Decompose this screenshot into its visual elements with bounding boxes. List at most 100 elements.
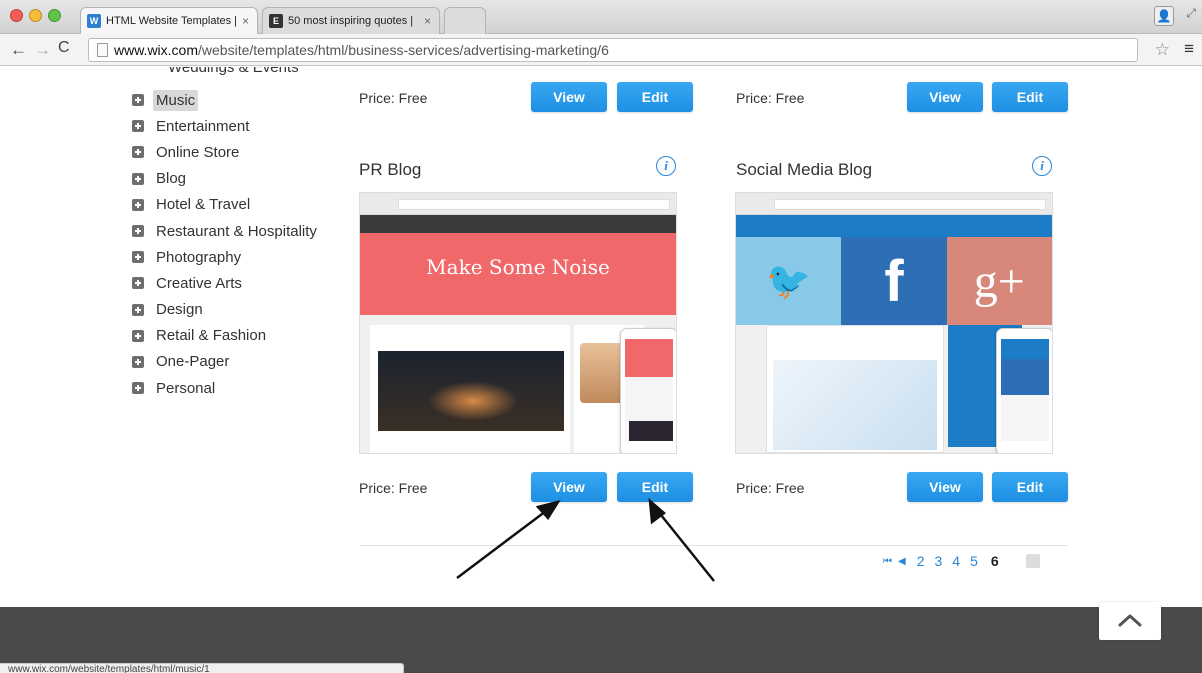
tab-bar: W HTML Website Templates | × E 50 most i… bbox=[0, 0, 1202, 34]
prev-page-icon[interactable]: ◀ bbox=[898, 556, 906, 567]
expand-plus-icon[interactable] bbox=[132, 303, 144, 316]
price-label: Price: Free bbox=[736, 90, 805, 106]
expand-plus-icon[interactable] bbox=[132, 225, 144, 238]
sidebar-item-one-pager[interactable]: One-Pager bbox=[132, 349, 320, 375]
page-link-3[interactable]: 3 bbox=[935, 553, 943, 569]
sidebar-item-creative-arts[interactable]: Creative Arts bbox=[132, 270, 320, 296]
sidebar-item-online-store[interactable]: Online Store bbox=[132, 139, 320, 165]
sidebar-item-restaurant-hospitality[interactable]: Restaurant & Hospitality bbox=[132, 218, 320, 244]
preview-header bbox=[736, 215, 1052, 237]
preview-article bbox=[766, 325, 944, 453]
expand-plus-icon[interactable] bbox=[132, 198, 144, 211]
tab-html-website-templates[interactable]: W HTML Website Templates | × bbox=[80, 7, 258, 34]
template-preview-pr-blog[interactable]: Make Some Noise bbox=[359, 192, 677, 454]
close-window-button[interactable] bbox=[10, 9, 23, 22]
page-link-5[interactable]: 5 bbox=[970, 553, 978, 569]
preview-phone-photo bbox=[629, 421, 673, 441]
category-list: Music Entertainment Online Store Blog Ho… bbox=[132, 87, 320, 401]
current-page: 6 bbox=[990, 553, 999, 569]
view-button-social-media-blog[interactable]: View bbox=[907, 472, 983, 502]
tab-title: 50 most inspiring quotes | bbox=[288, 15, 414, 27]
fullscreen-icon[interactable]: ⤢ bbox=[1186, 6, 1196, 21]
new-tab-button[interactable] bbox=[444, 7, 486, 34]
next-page-icon bbox=[1025, 554, 1040, 568]
address-bar[interactable]: www.wix.com/website/templates/html/busin… bbox=[88, 38, 1138, 62]
google-plus-icon: g+ bbox=[946, 237, 1052, 325]
expand-plus-icon[interactable] bbox=[132, 277, 144, 290]
sidebar-item-retail-fashion[interactable]: Retail & Fashion bbox=[132, 323, 320, 349]
browser-window: W HTML Website Templates | × E 50 most i… bbox=[0, 0, 1202, 673]
edit-button[interactable]: Edit bbox=[617, 82, 693, 112]
view-button[interactable]: View bbox=[907, 82, 983, 112]
preview-browser-bar bbox=[360, 193, 676, 215]
section-divider bbox=[360, 545, 1068, 546]
status-bar-url: www.wix.com/website/templates/html/music… bbox=[0, 663, 404, 673]
info-icon[interactable]: i bbox=[1032, 156, 1052, 176]
reload-icon[interactable]: C bbox=[58, 39, 70, 57]
chevron-up-icon bbox=[1118, 614, 1142, 627]
price-label: Price: Free bbox=[359, 480, 428, 496]
edit-button[interactable]: Edit bbox=[992, 82, 1068, 112]
page-link-4[interactable]: 4 bbox=[952, 553, 960, 569]
edit-button-pr-blog[interactable]: Edit bbox=[617, 472, 693, 502]
template-title-social-media-blog: Social Media Blog bbox=[736, 160, 873, 179]
expand-plus-icon[interactable] bbox=[132, 120, 144, 133]
sidebar-item-entertainment[interactable]: Entertainment bbox=[132, 113, 320, 139]
forward-arrow-icon[interactable]: → bbox=[34, 40, 51, 60]
category-label: Hotel & Travel bbox=[156, 196, 251, 214]
zoom-window-button[interactable] bbox=[48, 9, 61, 22]
back-arrow-icon[interactable]: ← bbox=[10, 40, 27, 60]
bookmark-star-icon[interactable]: ☆ bbox=[1155, 40, 1170, 60]
menu-icon[interactable]: ≡ bbox=[1184, 39, 1194, 59]
tab-close-icon[interactable]: × bbox=[242, 14, 249, 28]
price-label: Price: Free bbox=[359, 90, 428, 106]
sidebar-item-design[interactable]: Design bbox=[132, 297, 320, 323]
tab-50-inspiring-quotes[interactable]: E 50 most inspiring quotes | × bbox=[262, 7, 440, 34]
view-button-pr-blog[interactable]: View bbox=[531, 472, 607, 502]
info-icon[interactable]: i bbox=[656, 156, 676, 176]
profile-icon[interactable]: 👤 bbox=[1154, 6, 1174, 26]
minimize-window-button[interactable] bbox=[29, 9, 42, 22]
pagination: ⏮ ◀ 2 3 4 5 6 bbox=[883, 553, 1040, 569]
sidebar-item-weddings-events[interactable]: Weddings & Events bbox=[168, 67, 299, 76]
category-label: Design bbox=[156, 301, 203, 319]
preview-phone bbox=[620, 328, 676, 453]
preview-hero-title: Make Some Noise bbox=[426, 255, 610, 279]
expand-plus-icon[interactable] bbox=[132, 355, 144, 368]
sidebar-item-blog[interactable]: Blog bbox=[132, 166, 320, 192]
preview-post bbox=[370, 325, 570, 453]
page-link-2[interactable]: 2 bbox=[917, 553, 925, 569]
wix-favicon-icon: W bbox=[87, 14, 101, 28]
expand-plus-icon[interactable] bbox=[132, 146, 144, 159]
category-label: Blog bbox=[156, 170, 187, 188]
price-label: Price: Free bbox=[736, 480, 805, 496]
category-label: Restaurant & Hospitality bbox=[156, 222, 317, 240]
preview-phone-header bbox=[1001, 339, 1049, 359]
template-title-pr-blog: PR Blog bbox=[359, 160, 422, 179]
expand-plus-icon[interactable] bbox=[132, 94, 144, 107]
back-to-top-button[interactable] bbox=[1099, 602, 1161, 640]
sidebar-item-personal[interactable]: Personal bbox=[132, 375, 320, 401]
view-button[interactable]: View bbox=[531, 82, 607, 112]
sidebar-item-music[interactable]: Music bbox=[132, 87, 320, 113]
facebook-icon: f bbox=[841, 237, 947, 325]
first-page-icon[interactable]: ⏮ bbox=[883, 556, 892, 567]
expand-plus-icon[interactable] bbox=[132, 382, 144, 395]
preview-browser-bar bbox=[736, 193, 1052, 215]
preview-phone-hero bbox=[625, 339, 673, 377]
preview-stage-photo bbox=[378, 351, 564, 431]
sidebar-item-photography[interactable]: Photography bbox=[132, 244, 320, 270]
preview-nav bbox=[360, 215, 676, 233]
expand-plus-icon[interactable] bbox=[132, 251, 144, 264]
category-label: Online Store bbox=[156, 143, 240, 161]
category-label: Creative Arts bbox=[156, 274, 242, 292]
category-label: Entertainment bbox=[156, 117, 250, 135]
expand-plus-icon[interactable] bbox=[132, 172, 144, 185]
sidebar-item-hotel-travel[interactable]: Hotel & Travel bbox=[132, 192, 320, 218]
preview-social-tiles: 🐦 f g+ bbox=[736, 237, 1052, 325]
template-preview-social-media-blog[interactable]: 🐦 f g+ bbox=[735, 192, 1053, 454]
preview-network-image bbox=[773, 360, 937, 450]
edit-button-social-media-blog[interactable]: Edit bbox=[992, 472, 1068, 502]
expand-plus-icon[interactable] bbox=[132, 329, 144, 342]
tab-close-icon[interactable]: × bbox=[424, 14, 431, 28]
